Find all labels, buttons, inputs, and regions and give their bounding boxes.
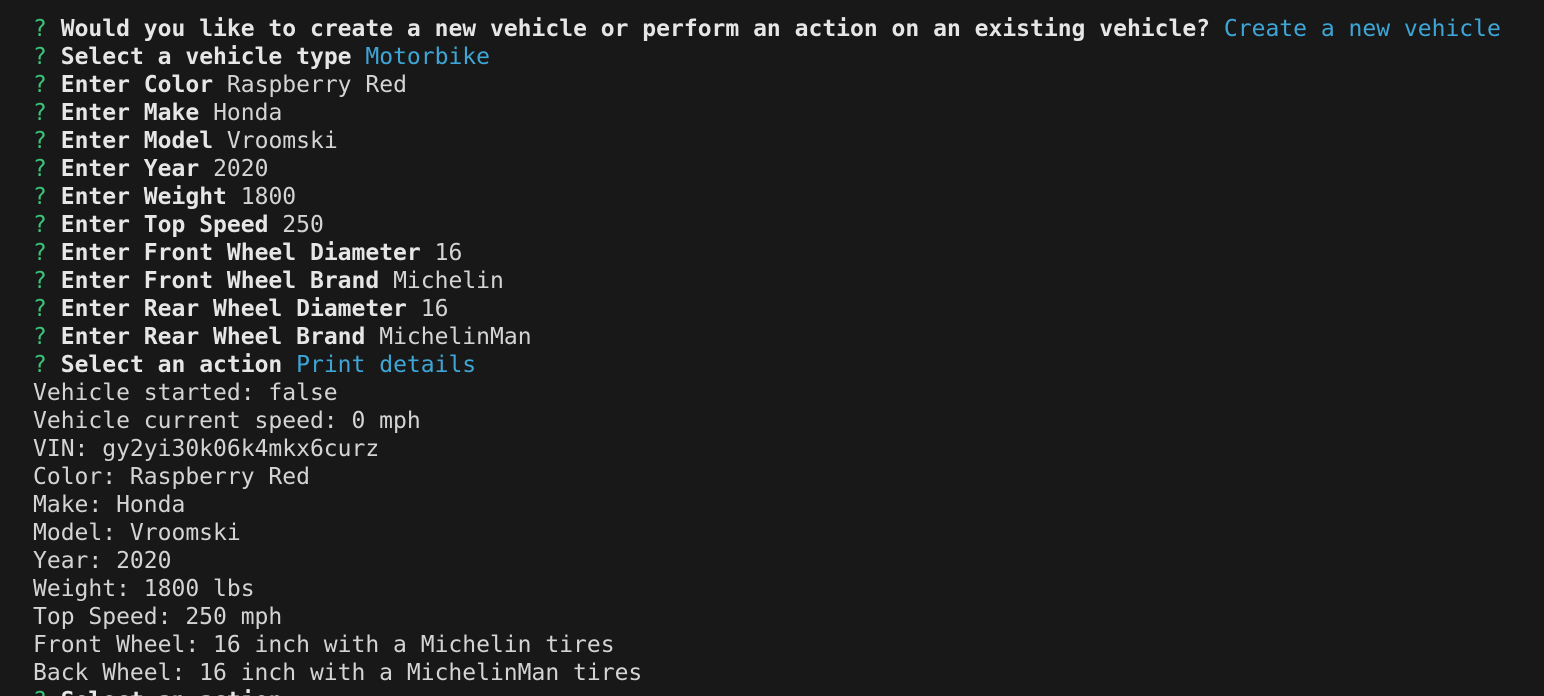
prompt-marker: ? <box>33 212 47 238</box>
prompt-question: Enter Front Wheel Diameter <box>60 240 421 266</box>
prompt-marker: ? <box>33 688 47 696</box>
prompt-line: ? Would you like to create a new vehicle… <box>33 15 1544 43</box>
prompt-line: ? Enter Color Raspberry Red <box>33 71 1544 99</box>
output-line: Weight: 1800 lbs <box>33 576 255 602</box>
output-line: Back Wheel: 16 inch with a MichelinMan t… <box>33 660 643 686</box>
prompt-answer: Motorbike <box>365 44 490 70</box>
prompt-marker: ? <box>33 156 47 182</box>
prompt-marker: ? <box>33 184 47 210</box>
output-line: Make: Honda <box>33 492 186 518</box>
prompt-question: Enter Top Speed <box>60 212 269 238</box>
prompt-line: ? Enter Make Honda <box>33 99 1544 127</box>
prompt-question: Select a vehicle type <box>60 44 352 70</box>
output-line: Vehicle current speed: 0 mph <box>33 408 421 434</box>
prompt-marker: ? <box>33 352 47 378</box>
prompt-marker: ? <box>33 268 47 294</box>
prompt-marker: ? <box>33 296 47 322</box>
prompt-line: ? Enter Front Wheel Brand Michelin <box>33 267 1544 295</box>
prompt-answer: Michelin <box>393 268 504 294</box>
prompt-marker: ? <box>33 240 47 266</box>
prompt-line: ? Select an action Print details <box>33 351 1544 379</box>
prompt-question: Enter Rear Wheel Brand <box>60 324 366 350</box>
prompt-answer: Create a new vehicle <box>1223 16 1501 42</box>
output-line: Vehicle started: false <box>33 380 338 406</box>
prompt-line: ? Select a vehicle type Motorbike <box>33 43 1544 71</box>
prompt-question: Enter Weight <box>60 184 227 210</box>
prompt-marker: ? <box>33 72 47 98</box>
output-line: Color: Raspberry Red <box>33 464 310 490</box>
prompt-answer: 250 <box>282 212 324 238</box>
prompt-question: Select an action <box>60 352 283 378</box>
prompt-answer: Vroomski <box>226 128 338 154</box>
prompt-answer: 16 <box>434 240 463 266</box>
prompt-marker: ? <box>33 100 47 126</box>
prompt-line: ? Enter Model Vroomski <box>33 127 1544 155</box>
prompt-marker: ? <box>33 324 47 350</box>
prompt-line: ? Enter Rear Wheel Brand MichelinMan <box>33 323 1544 351</box>
prompt-marker: ? <box>33 128 47 154</box>
output-line: VIN: gy2yi30k06k4mkx6curz <box>33 436 380 462</box>
prompt-line: ? Enter Top Speed 250 <box>33 211 1544 239</box>
prompt-marker: ? <box>33 44 47 70</box>
prompt-question: Would you like to create a new vehicle o… <box>60 16 1211 42</box>
prompt-question: Enter Rear Wheel Diameter <box>60 296 407 322</box>
prompt-answer: Print details <box>296 352 477 378</box>
output-line: Model: Vroomski <box>33 520 241 546</box>
prompt-answer: Honda <box>213 100 283 126</box>
prompt-line-partial: ? Select an action <box>33 687 1544 696</box>
prompt-answer: MichelinMan <box>379 324 532 350</box>
output-line: Year: 2020 <box>33 548 172 574</box>
prompt-answer: 2020 <box>213 156 269 182</box>
prompt-line: ? Enter Rear Wheel Diameter 16 <box>33 295 1544 323</box>
output-line: Front Wheel: 16 inch with a Michelin tir… <box>33 632 615 658</box>
prompt-question: Enter Year <box>60 156 200 182</box>
prompt-line: ? Enter Weight 1800 <box>33 183 1544 211</box>
prompt-question: Enter Make <box>60 100 200 126</box>
prompt-line: ? Enter Front Wheel Diameter 16 <box>33 239 1544 267</box>
prompt-question: Select an action <box>61 688 283 696</box>
prompt-question: Enter Front Wheel Brand <box>60 268 380 294</box>
prompt-question: Enter Model <box>60 128 214 154</box>
terminal-window[interactable]: ? Would you like to create a new vehicle… <box>0 0 1544 696</box>
prompt-answer: Raspberry Red <box>226 72 407 98</box>
prompt-marker: ? <box>33 16 47 42</box>
prompt-line: ? Enter Year 2020 <box>33 155 1544 183</box>
output-line: Top Speed: 250 mph <box>33 604 283 630</box>
prompt-question: Enter Color <box>60 72 214 98</box>
prompt-answer: 1800 <box>240 184 297 210</box>
prompt-answer: 16 <box>420 296 449 322</box>
